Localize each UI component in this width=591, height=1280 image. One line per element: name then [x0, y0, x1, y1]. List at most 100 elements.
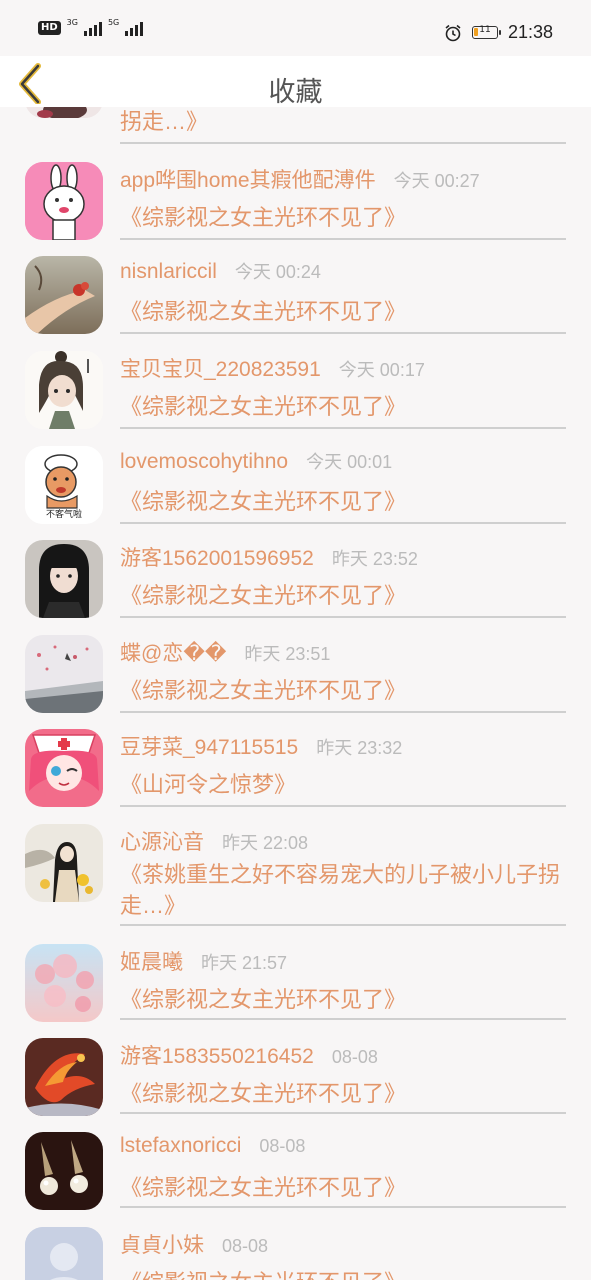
anime-nurse-avatar	[25, 729, 103, 807]
status-bar: HD 3G 5G 11 21:38	[0, 0, 591, 56]
battery-icon: 11	[471, 25, 501, 39]
timestamp: 08-08	[222, 1236, 269, 1256]
username[interactable]: app哗围home其瘕他配溥件	[120, 164, 376, 194]
list-item[interactable]: 姬晨曦 昨天 21:57 《综影视之女主光环不见了》	[0, 944, 591, 1026]
timestamp: 昨天 23:51	[244, 644, 331, 664]
signal-strength-icon	[125, 20, 144, 36]
timestamp: 08-08	[259, 1136, 306, 1156]
pink-blossom-avatar	[25, 944, 103, 1022]
scenery-photo-avatar	[25, 635, 103, 713]
avatar-caption: 不客气啦	[45, 510, 82, 520]
divider	[120, 1206, 566, 1208]
anime-girl-sketch-avatar	[25, 351, 103, 429]
cartoon-bunny-avatar	[25, 162, 103, 240]
username[interactable]: 心源沁音	[120, 826, 204, 856]
username[interactable]: 游客1562001596952	[120, 542, 314, 572]
divider	[120, 427, 566, 429]
book-title[interactable]: 《综影视之女主光环不见了》	[120, 1172, 568, 1204]
book-title[interactable]: 《综影视之女主光环不见了》	[120, 202, 568, 234]
girl-photo-avatar	[25, 540, 103, 618]
phoenix-avatar	[25, 1038, 103, 1116]
book-title[interactable]: 《山河令之惊梦》	[120, 769, 568, 801]
ancient-painting-avatar	[25, 824, 103, 902]
network-5g-label: 5G	[107, 17, 120, 27]
item-header: 姬晨曦 昨天 21:57	[120, 946, 287, 982]
book-title[interactable]: 《茶姚重生之好不容易宠大的儿子被小儿子拐走…》	[120, 859, 568, 921]
divider	[120, 805, 566, 807]
clock-time: 21:38	[507, 22, 553, 42]
username[interactable]: nisnlariccil	[120, 260, 217, 284]
list-item[interactable]: 豆芽菜_947115515 昨天 23:32 《山河令之惊梦》	[0, 729, 591, 811]
divider	[120, 711, 566, 713]
timestamp: 昨天 21:57	[201, 953, 288, 973]
nav-header: 收藏	[0, 56, 591, 107]
book-title[interactable]: 《综影视之女主光环不见了》	[120, 1078, 568, 1110]
book-title: 拐走…》	[120, 109, 209, 134]
earrings-photo-avatar	[25, 1132, 103, 1210]
list-item[interactable]: 游客1583550216452 08-08 《综影视之女主光环不见了》	[0, 1038, 591, 1120]
item-header: 蝶@恋�� 昨天 23:51	[120, 637, 330, 673]
username[interactable]: 宝贝宝贝_220823591	[120, 353, 321, 383]
timestamp: 今天 00:17	[338, 360, 425, 380]
battery-level: 11	[479, 25, 491, 35]
book-title[interactable]: 《综影视之女主光环不见了》	[120, 580, 568, 612]
default-user-avatar	[25, 1227, 103, 1280]
username[interactable]: 游客1583550216452	[120, 1040, 314, 1070]
timestamp: 今天 00:24	[234, 262, 321, 282]
network-3g-label: 3G	[66, 17, 78, 27]
list-item[interactable]: 貞貞小妹 08-08 《综影视之女主光环不见了》	[0, 1227, 591, 1280]
item-header: 游客1562001596952 昨天 23:52	[120, 542, 418, 578]
screen: 拐走…》 app哗围home其瘕他配溥件 今天 00:27 《综影视之女主光环不…	[0, 0, 591, 1280]
item-header: app哗围home其瘕他配溥件 今天 00:27	[120, 164, 480, 200]
list-item[interactable]: 宝贝宝贝_220823591 今天 00:17 《综影视之女主光环不见了》	[0, 351, 591, 433]
book-title[interactable]: 《综影视之女主光环不见了》	[120, 984, 568, 1016]
page-title: 收藏	[268, 77, 323, 107]
item-header: 豆芽菜_947115515 昨天 23:32	[120, 731, 402, 767]
timestamp: 今天 00:01	[306, 452, 393, 472]
item-header: 貞貞小妹 08-08	[120, 1229, 268, 1265]
list-item[interactable]: nisnlariccil 今天 00:24 《综影视之女主光环不见了》	[0, 256, 591, 338]
username[interactable]: 蝶@恋��	[120, 637, 226, 667]
book-title[interactable]: 《综影视之女主光环不见了》	[120, 675, 568, 707]
item-header: nisnlariccil 今天 00:24	[120, 258, 321, 294]
item-header: lstefaxnoricci 08-08	[120, 1134, 305, 1170]
item-header: 游客1583550216452 08-08	[120, 1040, 378, 1076]
divider	[120, 142, 566, 144]
item-header: 心源沁音 昨天 22:08	[120, 826, 308, 862]
timestamp: 昨天 23:52	[331, 549, 418, 569]
timestamp: 08-08	[331, 1047, 378, 1067]
book-title[interactable]: 《综影视之女主光环不见了》	[120, 391, 568, 423]
username[interactable]: lovemoscohytihno	[120, 450, 288, 474]
item-header: 宝贝宝贝_220823591 今天 00:17	[120, 353, 425, 389]
book-title[interactable]: 《综影视之女主光环不见了》	[120, 296, 568, 328]
list-item[interactable]: 游客1562001596952 昨天 23:52 《综影视之女主光环不见了》	[0, 540, 591, 622]
divider	[120, 238, 566, 240]
list-item[interactable]: app哗围home其瘕他配溥件 今天 00:27 《综影视之女主光环不见了》	[0, 162, 591, 244]
divider	[120, 522, 566, 524]
timestamp: 昨天 23:32	[316, 738, 403, 758]
book-title[interactable]: 《综影视之女主光环不见了》	[120, 486, 568, 518]
list-item[interactable]: 不客气啦 lovemoscohytihno 今天 00:01 《综影视之女主光环…	[0, 446, 591, 528]
username[interactable]: 豆芽菜_947115515	[120, 731, 298, 761]
username[interactable]: 貞貞小妹	[120, 1229, 204, 1259]
divider	[120, 924, 566, 926]
status-bar-left: HD 3G 5G	[38, 17, 144, 36]
meme-cartoon-avatar: 不客气啦	[25, 446, 103, 524]
signal-strength-icon	[83, 20, 102, 36]
item-header: lovemoscohytihno 今天 00:01	[120, 448, 392, 484]
list-item[interactable]: 心源沁音 昨天 22:08 《茶姚重生之好不容易宠大的儿子被小儿子拐走…》	[0, 824, 591, 936]
divider	[120, 1112, 566, 1114]
alarm-clock-icon	[445, 24, 461, 41]
list-item[interactable]: 蝶@恋�� 昨天 23:51 《综影视之女主光环不见了》	[0, 635, 591, 717]
hand-flower-photo-avatar	[25, 256, 103, 334]
timestamp: 今天 00:27	[393, 171, 480, 191]
username[interactable]: 姬晨曦	[120, 946, 183, 976]
divider	[120, 1018, 566, 1020]
username[interactable]: lstefaxnoricci	[120, 1134, 241, 1158]
status-bar-right: 11 21:38	[444, 22, 553, 43]
book-title[interactable]: 《综影视之女主光环不见了》	[120, 1267, 568, 1280]
divider	[120, 332, 566, 334]
list-item[interactable]: lstefaxnoricci 08-08 《综影视之女主光环不见了》	[0, 1132, 591, 1214]
timestamp: 昨天 22:08	[222, 833, 309, 853]
hd-badge: HD	[38, 21, 61, 35]
